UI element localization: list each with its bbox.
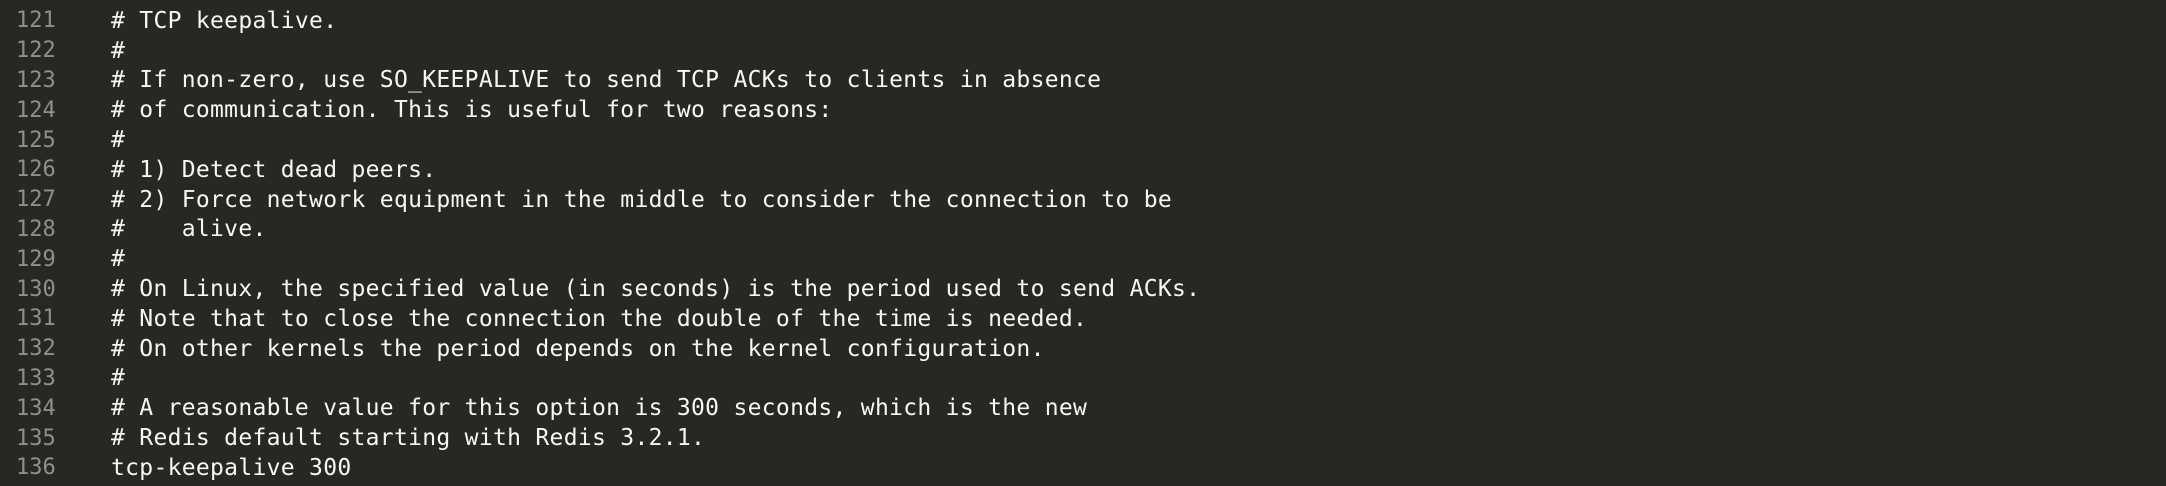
- line-number: 128: [16, 216, 56, 242]
- line-number: 133: [16, 365, 56, 391]
- line-number: 126: [16, 157, 56, 183]
- line-number: 127: [16, 187, 56, 213]
- line-number: 135: [16, 425, 56, 451]
- line-text[interactable]: # alive.: [75, 216, 267, 242]
- line-text[interactable]: #: [75, 127, 125, 153]
- line-text[interactable]: #: [75, 365, 125, 391]
- code-line[interactable]: 133 #: [0, 364, 2166, 394]
- line-text[interactable]: # 1) Detect dead peers.: [75, 157, 436, 183]
- code-line[interactable]: 127 # 2) Force network equipment in the …: [0, 185, 2166, 215]
- line-number: 132: [16, 336, 56, 362]
- code-line[interactable]: 135 # Redis default starting with Redis …: [0, 423, 2166, 453]
- code-line[interactable]: 132 # On other kernels the period depend…: [0, 334, 2166, 364]
- line-text[interactable]: #: [75, 38, 125, 64]
- code-line[interactable]: 131 # Note that to close the connection …: [0, 304, 2166, 334]
- line-number: 134: [16, 395, 56, 421]
- code-line[interactable]: 128 # alive.: [0, 215, 2166, 245]
- line-text[interactable]: # On other kernels the period depends on…: [75, 336, 1045, 362]
- line-number: 131: [16, 306, 56, 332]
- line-number: 129: [16, 246, 56, 272]
- line-text[interactable]: # 2) Force network equipment in the midd…: [75, 187, 1172, 213]
- line-number: 121: [16, 8, 56, 34]
- line-number: 136: [16, 455, 56, 481]
- code-lines: 121 # TCP keepalive. 122 # 123 # If non-…: [0, 6, 2166, 483]
- code-line[interactable]: 125 #: [0, 125, 2166, 155]
- code-line[interactable]: 121 # TCP keepalive.: [0, 6, 2166, 36]
- code-line[interactable]: 136 tcp-keepalive 300: [0, 453, 2166, 483]
- code-line[interactable]: 134 # A reasonable value for this option…: [0, 393, 2166, 423]
- line-number: 122: [16, 38, 56, 64]
- code-line[interactable]: 126 # 1) Detect dead peers.: [0, 155, 2166, 185]
- code-line[interactable]: 130 # On Linux, the specified value (in …: [0, 274, 2166, 304]
- line-number: 123: [16, 67, 56, 93]
- line-number: 125: [16, 127, 56, 153]
- line-text[interactable]: # A reasonable value for this option is …: [75, 395, 1087, 421]
- line-number: 124: [16, 97, 56, 123]
- code-line[interactable]: 124 # of communication. This is useful f…: [0, 95, 2166, 125]
- line-number: 130: [16, 276, 56, 302]
- code-line[interactable]: 122 #: [0, 36, 2166, 66]
- line-text[interactable]: # TCP keepalive.: [75, 8, 337, 34]
- code-editor[interactable]: 121 # TCP keepalive. 122 # 123 # If non-…: [0, 0, 2166, 486]
- line-text[interactable]: # Redis default starting with Redis 3.2.…: [75, 425, 705, 451]
- line-text[interactable]: # If non-zero, use SO_KEEPALIVE to send …: [75, 67, 1101, 93]
- code-line[interactable]: 129 #: [0, 244, 2166, 274]
- code-line[interactable]: 123 # If non-zero, use SO_KEEPALIVE to s…: [0, 66, 2166, 96]
- line-text[interactable]: # of communication. This is useful for t…: [75, 97, 833, 123]
- line-text[interactable]: tcp-keepalive 300: [75, 455, 352, 481]
- line-text[interactable]: # On Linux, the specified value (in seco…: [75, 276, 1200, 302]
- line-text[interactable]: #: [75, 246, 125, 272]
- line-text[interactable]: # Note that to close the connection the …: [75, 306, 1087, 332]
